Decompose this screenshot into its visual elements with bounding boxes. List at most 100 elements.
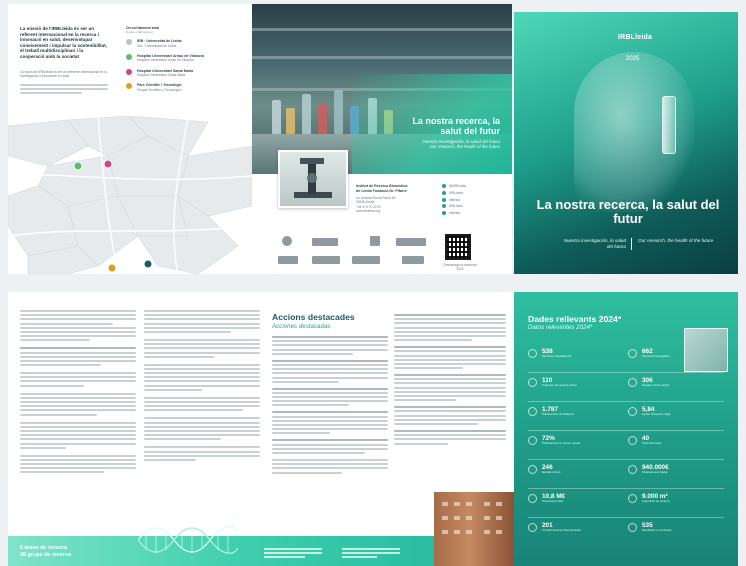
key-data-title: Dades rellevants 2024*: [528, 314, 622, 324]
stat-icon: [628, 523, 637, 532]
stat-label: Pressupost total: [542, 499, 563, 503]
stat-item: 10,8 M€ Pressupost total: [528, 493, 624, 504]
stat-label: Tesis doctorals: [642, 441, 662, 445]
section-heading: Accions destacades: [272, 312, 355, 322]
stat-divider: [528, 372, 724, 373]
stat-item: 662 Personal investigador: [628, 348, 724, 359]
youtube-icon: [442, 204, 446, 209]
stat-icon: [528, 407, 537, 416]
stat-divider: [528, 401, 724, 402]
stat-icon: [628, 349, 637, 358]
qr-code[interactable]: [445, 234, 471, 260]
social-link-linkedin[interactable]: IRBLleida: [442, 191, 504, 195]
back-cover-page: La nostra recerca, la salut del futur Nu…: [252, 4, 512, 274]
social-handle: @IRBLleida: [449, 184, 467, 188]
social-link-facebook[interactable]: irblleida: [442, 211, 504, 216]
city-map: [8, 116, 252, 274]
building-photo: [434, 492, 514, 566]
stat-item: 246 Estudis clínics: [528, 464, 624, 475]
stat-item: 72% Publicacions en primer quartil: [528, 435, 624, 446]
gloved-hand-photo: [574, 52, 694, 212]
stat-label: Personal investigador: [642, 354, 670, 358]
location-marker-icon: [126, 68, 132, 75]
legend-item-sub: Parque Científico y Tecnológico: [137, 87, 182, 92]
stat-label: Factor d'impacte mitjà: [642, 412, 671, 416]
cover-title: La nostra recerca, la salut del futur: [536, 197, 720, 226]
stat-label: Projectes de recerca actius: [542, 383, 577, 387]
text-column: [394, 314, 506, 447]
stat-item: 110 Projectes de recerca actius: [528, 377, 624, 388]
social-handle: irblleida: [449, 211, 460, 216]
stat-item: 538 Persones treballadores: [528, 348, 624, 359]
photo-subtitle-en: Our research, the health of the future: [429, 144, 500, 150]
stat-label: Superfície de recerca: [642, 499, 670, 503]
stat-label: Finançament captat: [642, 470, 668, 474]
stat-icon: [528, 436, 537, 445]
stat-icon: [628, 465, 637, 474]
partner-logo: [282, 236, 292, 246]
social-link-youtube[interactable]: IRBLleida: [442, 204, 504, 209]
social-handle: irblleida: [449, 197, 460, 202]
stat-label: Estudiants en formació: [642, 528, 672, 532]
photo-title: La nostra recerca, la salut del futur: [412, 116, 500, 136]
stat-icon: [528, 465, 537, 474]
stat-divider: [528, 488, 724, 489]
microscope-photo: [278, 150, 348, 208]
social-link-x[interactable]: @IRBLleida: [442, 184, 504, 189]
partner-logo: [402, 256, 424, 264]
stat-icon: [628, 494, 637, 503]
x-icon: [442, 184, 446, 189]
partner-logo: [352, 256, 380, 264]
partner-logo: [312, 256, 340, 264]
partner-logos: [272, 236, 452, 266]
qr-caption: Descarrega la memòria 2024: [443, 263, 477, 272]
stat-divider: [528, 517, 724, 518]
facebook-icon: [442, 211, 446, 216]
brand-logo: IRBLleida: [618, 34, 653, 41]
location-legend: On col·laborem amb Dónde colaboramos IRB…: [126, 26, 236, 98]
band-note: [264, 548, 322, 558]
photo-subtitle: Nuestra investigación, la salud del futu…: [380, 139, 500, 150]
mission-heading: La missió de l'IRBLleida és ser un refer…: [20, 26, 108, 59]
dna-icon: [138, 526, 238, 554]
stat-icon: [528, 378, 537, 387]
stat-divider: [528, 430, 724, 431]
partner-logo: [278, 256, 298, 264]
stat-label: Assajos clínics actius: [642, 383, 670, 387]
location-marker-icon: [126, 83, 132, 90]
stat-item: 1.787 Publicacions científiques: [528, 406, 624, 417]
legend-item-label: IRB · Universitat de Lleida: [137, 39, 182, 43]
mission-subtext: La visión del IRBLleida es ser un refere…: [20, 70, 107, 79]
stat-icon: [628, 407, 637, 416]
legend-item: Hospital Universitari Santa Maria Hospita…: [126, 68, 236, 78]
instagram-icon: [442, 197, 446, 202]
cover-page: IRBLleida 2025 La nostra recerca, la sal…: [514, 12, 738, 274]
stat-label: Persones treballadores: [542, 354, 572, 358]
laboratory-photo: La nostra recerca, la salut del futur Nu…: [252, 4, 512, 174]
website-link[interactable]: www.irblleida.org: [356, 209, 426, 213]
mission-body-lines: [20, 84, 108, 97]
stat-item: 5,84 Factor d'impacte mitjà: [628, 406, 724, 417]
stat-icon: [528, 523, 537, 532]
legend-subtitle: Dónde colaboramos: [126, 30, 153, 34]
address-line: de Lleida Fundació Dr. Pifarré: [356, 188, 407, 193]
partner-logo: [396, 238, 426, 246]
legend-item-sub: Hospital Universitario Santa Maria: [137, 73, 186, 78]
stat-item: 535 Estudiants en formació: [628, 522, 724, 533]
research-areas-count: 5 àrees de recerca: [20, 545, 68, 551]
legend-item-sub: Hospital Universitario Arnau de Vilanova: [137, 58, 194, 63]
social-links: @IRBLleida IRBLleida irblleida IRBLleida…: [442, 184, 504, 218]
stat-label: Estudis clínics: [542, 470, 561, 474]
inside-spread-page: Accions destacades Acciones destacadas 5…: [8, 292, 514, 566]
location-marker-icon: [126, 53, 132, 60]
band-note: [342, 548, 400, 558]
key-data-subtitle: Datos relevantes 2024*: [528, 324, 593, 331]
location-marker-icon: [126, 39, 132, 45]
stat-icon: [628, 436, 637, 445]
social-link-instagram[interactable]: irblleida: [442, 198, 504, 202]
research-groups-count: 36 grups de recerca: [20, 552, 71, 558]
legend-item: Hospital Universitari Arnau de Vilanova H…: [126, 53, 236, 63]
cover-subtitle-es: Nuestra investigación, la salud del futu…: [558, 238, 632, 250]
text-column: [272, 336, 388, 476]
map-page: La missió de l'IRBLleida és ser un refer…: [8, 4, 252, 274]
